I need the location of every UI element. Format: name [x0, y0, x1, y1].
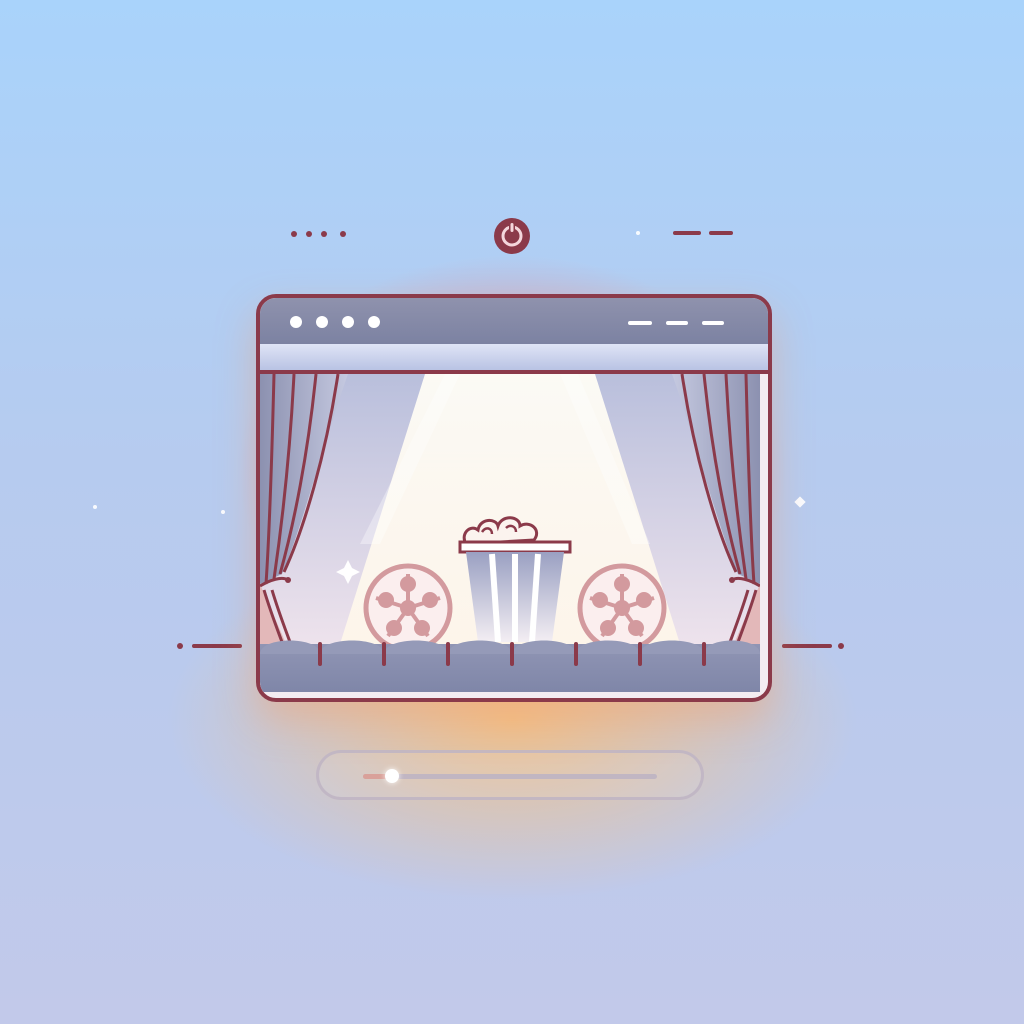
decor-dot [321, 231, 327, 237]
film-reel-icon [577, 563, 667, 653]
decor-dot [340, 231, 346, 237]
decor-sparkle [221, 510, 225, 514]
slider-track[interactable] [363, 769, 657, 783]
browser-window [256, 294, 772, 702]
window-dot[interactable] [316, 316, 328, 328]
window-menu-bar[interactable] [628, 321, 652, 325]
window-titlebar [260, 298, 768, 344]
theater-stage [260, 374, 768, 698]
decor-dot [838, 643, 844, 649]
decor-sparkle [636, 231, 640, 235]
decor-dot [291, 231, 297, 237]
window-menu-bar[interactable] [666, 321, 688, 325]
theater-seats-icon [260, 640, 760, 692]
decor-sparkle [93, 505, 97, 509]
decor-dot [177, 643, 183, 649]
address-strip [260, 344, 768, 374]
decor-dot [306, 231, 312, 237]
window-dot[interactable] [368, 316, 380, 328]
film-reel-icon [363, 563, 453, 653]
playback-slider[interactable] [316, 750, 704, 800]
decor-dash [673, 231, 701, 235]
window-dot[interactable] [342, 316, 354, 328]
window-dot[interactable] [290, 316, 302, 328]
window-menu-bar[interactable] [702, 321, 724, 325]
decor-dash [782, 644, 832, 648]
power-icon[interactable] [490, 214, 534, 258]
decor-dash [192, 644, 242, 648]
slider-thumb[interactable] [385, 769, 400, 783]
decor-dash [709, 231, 733, 235]
decor-sparkle [794, 496, 806, 508]
